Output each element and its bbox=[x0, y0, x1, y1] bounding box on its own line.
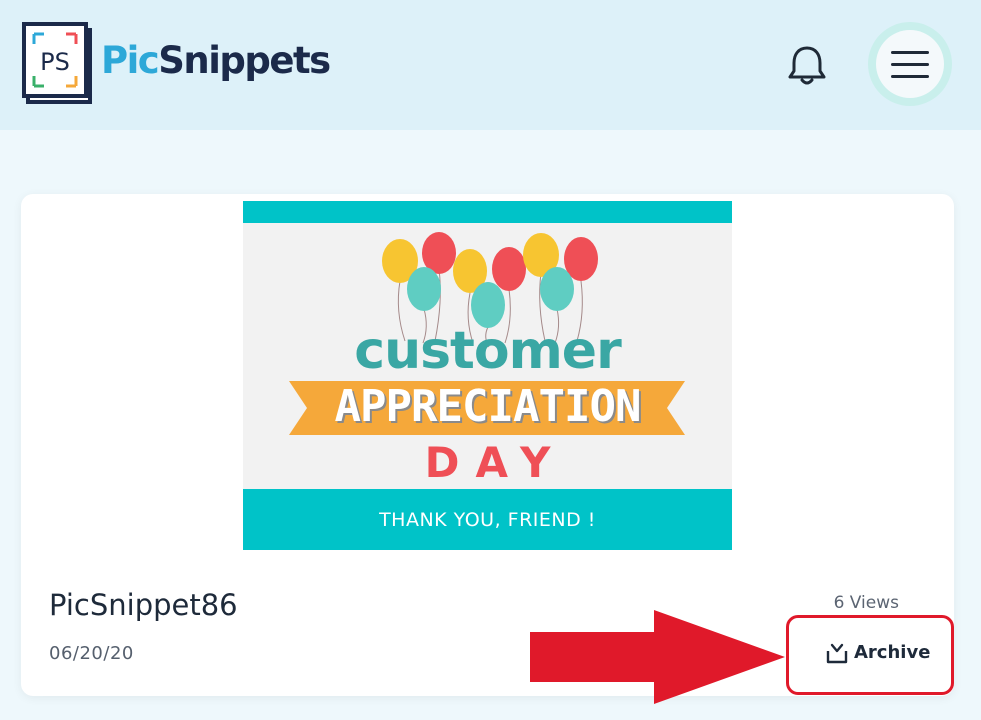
snippet-image[interactable]: customer APPRECIATION DAY THANK YOU, FRI… bbox=[243, 201, 732, 550]
brand-part-snippets: Snippets bbox=[158, 39, 331, 82]
logo-letters: PS bbox=[40, 48, 70, 76]
image-text-day: DAY bbox=[424, 438, 567, 487]
brand-name[interactable]: PicSnippets bbox=[101, 36, 331, 86]
app-header: PS PicSnippets bbox=[0, 0, 981, 130]
snippet-date: 06/20/20 bbox=[49, 643, 134, 664]
annotation-arrow-icon bbox=[530, 610, 785, 704]
hamburger-menu-icon bbox=[891, 51, 929, 54]
brand-part-pic: Pic bbox=[101, 39, 160, 82]
snippet-title[interactable]: PicSnippet86 bbox=[49, 586, 238, 624]
menu-button[interactable] bbox=[868, 22, 952, 106]
picsnippets-logo-icon[interactable]: PS bbox=[22, 20, 96, 106]
bell-icon[interactable] bbox=[784, 42, 830, 88]
image-footer-bar: THANK YOU, FRIEND ! bbox=[243, 489, 732, 550]
image-text-customer: customer bbox=[354, 321, 621, 381]
view-count: 6 Views bbox=[833, 593, 899, 613]
annotation-highlight-box bbox=[786, 615, 954, 695]
image-text-appreciation: APPRECIATION bbox=[334, 381, 642, 432]
image-footer-text: THANK YOU, FRIEND ! bbox=[379, 508, 596, 531]
